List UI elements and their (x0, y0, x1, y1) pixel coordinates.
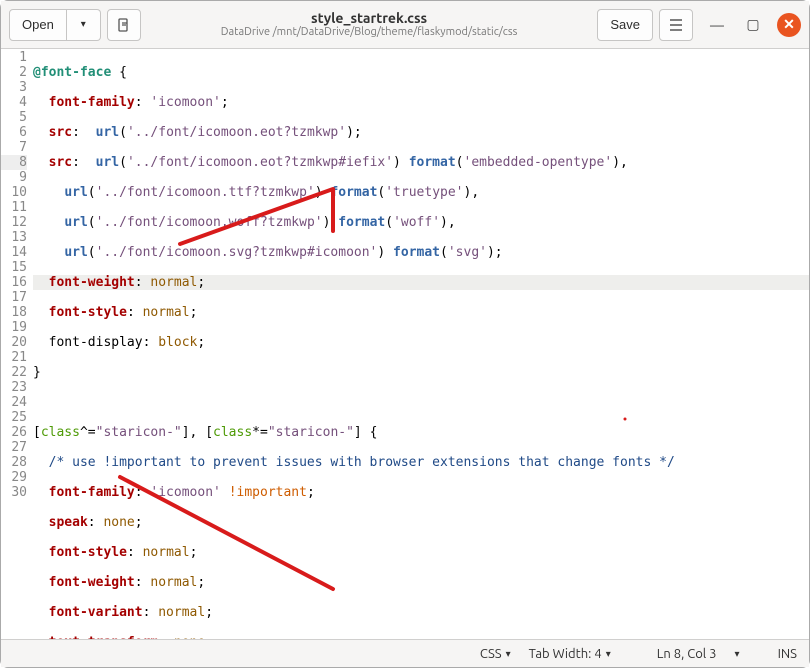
line-number: 24 (1, 395, 27, 410)
line-number: 12 (1, 215, 27, 230)
document-title: style_startrek.css (141, 10, 598, 27)
status-cursor-position: Ln 8, Col 3 (657, 647, 717, 661)
document-path: DataDrive /mnt/DataDrive/Blog/theme/flas… (141, 26, 598, 39)
status-language: CSS (480, 647, 502, 661)
line-number: 2 (1, 65, 27, 80)
line-number: 30 (1, 485, 27, 500)
line-number: 22 (1, 365, 27, 380)
line-number: 14 (1, 245, 27, 260)
line-number: 3 (1, 80, 27, 95)
line-number: 13 (1, 230, 27, 245)
header-bar: Open ▾ style_startrek.css DataDrive /mnt… (1, 1, 809, 49)
chevron-down-icon: ▾ (735, 648, 740, 660)
line-number: 21 (1, 350, 27, 365)
line-number: 8 (1, 155, 27, 170)
line-number: 28 (1, 455, 27, 470)
editor-area[interactable]: 1 2 3 4 5 6 7 8 9 10 11 12 13 14 15 16 1… (1, 49, 809, 639)
open-button[interactable]: Open (9, 9, 67, 41)
open-dropdown-button[interactable]: ▾ (67, 9, 101, 41)
title-area: style_startrek.css DataDrive /mnt/DataDr… (141, 10, 598, 40)
window-minimize-button[interactable]: — (705, 13, 729, 37)
new-document-icon (117, 18, 131, 32)
line-number: 20 (1, 335, 27, 350)
line-number: 4 (1, 95, 27, 110)
line-number: 15 (1, 260, 27, 275)
open-button-group: Open ▾ (9, 9, 101, 41)
line-number: 1 (1, 50, 27, 65)
window-close-button[interactable]: ✕ (777, 13, 801, 37)
line-number: 26 (1, 425, 27, 440)
line-number: 17 (1, 290, 27, 305)
chevron-down-icon: ▾ (81, 19, 86, 30)
line-number: 9 (1, 170, 27, 185)
line-number: 23 (1, 380, 27, 395)
line-number: 25 (1, 410, 27, 425)
line-number: 7 (1, 140, 27, 155)
line-number: 18 (1, 305, 27, 320)
line-number: 10 (1, 185, 27, 200)
line-number: 29 (1, 470, 27, 485)
tab-width-selector[interactable]: Tab Width: 4 ▾ (529, 647, 611, 661)
maximize-icon: ▢ (746, 16, 759, 33)
cursor-position-selector[interactable]: Ln 8, Col 3 (657, 647, 717, 661)
chevron-down-icon: ▾ (606, 648, 611, 660)
status-tab-width: Tab Width: 4 (529, 647, 602, 661)
insert-mode[interactable]: INS (778, 647, 797, 661)
hamburger-menu-button[interactable] (659, 9, 693, 41)
line-number: 19 (1, 320, 27, 335)
line-number: 16 (1, 275, 27, 290)
code-content[interactable]: @font-face { font-family: 'icomoon'; src… (33, 49, 809, 639)
line-number: 5 (1, 110, 27, 125)
minimize-icon: — (710, 17, 724, 33)
status-insert-mode: INS (778, 647, 797, 661)
new-tab-button[interactable] (107, 9, 141, 41)
language-selector[interactable]: CSS ▾ (480, 647, 511, 661)
line-gutter: 1 2 3 4 5 6 7 8 9 10 11 12 13 14 15 16 1… (1, 49, 33, 639)
window-maximize-button[interactable]: ▢ (741, 13, 765, 37)
close-icon: ✕ (783, 16, 795, 33)
status-bar: CSS ▾ Tab Width: 4 ▾ Ln 8, Col 3 ▾ INS (1, 639, 809, 667)
line-number: 11 (1, 200, 27, 215)
line-number: 6 (1, 125, 27, 140)
hamburger-icon (669, 19, 683, 31)
chevron-down-icon: ▾ (506, 648, 511, 660)
save-button[interactable]: Save (597, 9, 653, 41)
line-number: 27 (1, 440, 27, 455)
